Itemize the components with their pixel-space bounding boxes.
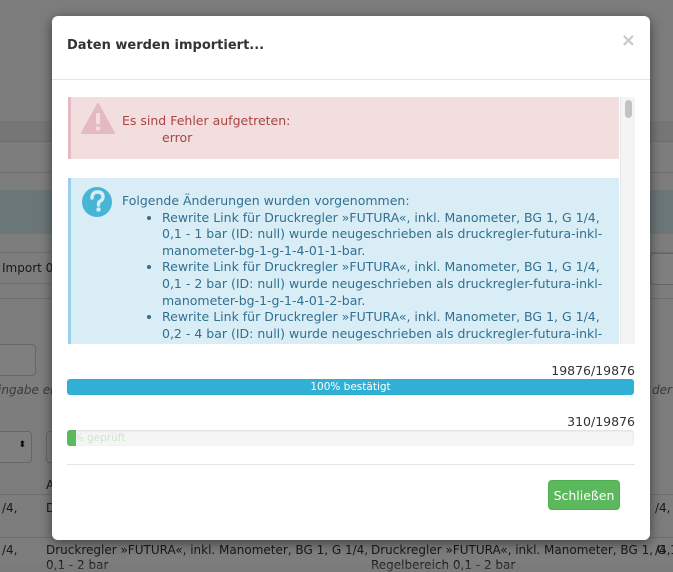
modal-header: Daten werden importiert... × <box>52 16 650 80</box>
list-item: Rewrite Link für Druckregler »FUTURA«, i… <box>162 259 607 309</box>
modal-title: Daten werden importiert... <box>67 38 265 53</box>
changes-list: Rewrite Link für Druckregler »FUTURA«, i… <box>122 210 607 344</box>
info-heading: Folgende Änderungen wurden vorgenommen: <box>122 193 410 208</box>
checked-count: 310/19876 <box>567 414 635 429</box>
messages-scroll-area[interactable]: Es sind Fehler aufgetreten: error Folgen… <box>67 96 636 345</box>
import-modal: Daten werden importiert... × Es sind Feh… <box>52 16 650 540</box>
confirmed-progress-fill: 100% bestätigt <box>67 379 634 395</box>
scrollbar[interactable] <box>620 97 635 344</box>
checked-progress-bar: 1% geprüft <box>67 430 634 446</box>
footer-divider <box>67 464 635 465</box>
list-item: Rewrite Link für Druckregler »FUTURA«, i… <box>162 309 607 344</box>
close-button[interactable]: Schließen <box>548 480 620 510</box>
scrollbar-thumb[interactable] <box>625 100 632 118</box>
confirmed-progress-bar: 100% bestätigt <box>67 379 634 395</box>
confirmed-count: 19876/19876 <box>551 363 635 378</box>
list-item: Rewrite Link für Druckregler »FUTURA«, i… <box>162 210 607 260</box>
error-detail: error <box>162 130 193 145</box>
info-alert: Folgende Änderungen wurden vorgenommen: … <box>68 178 619 344</box>
close-icon[interactable]: × <box>621 30 636 51</box>
warning-icon <box>81 103 115 134</box>
question-circle-icon <box>82 187 112 217</box>
checked-progress-fill <box>67 430 76 446</box>
error-heading: Es sind Fehler aufgetreten: <box>122 113 291 128</box>
error-alert: Es sind Fehler aufgetreten: error <box>68 97 619 159</box>
